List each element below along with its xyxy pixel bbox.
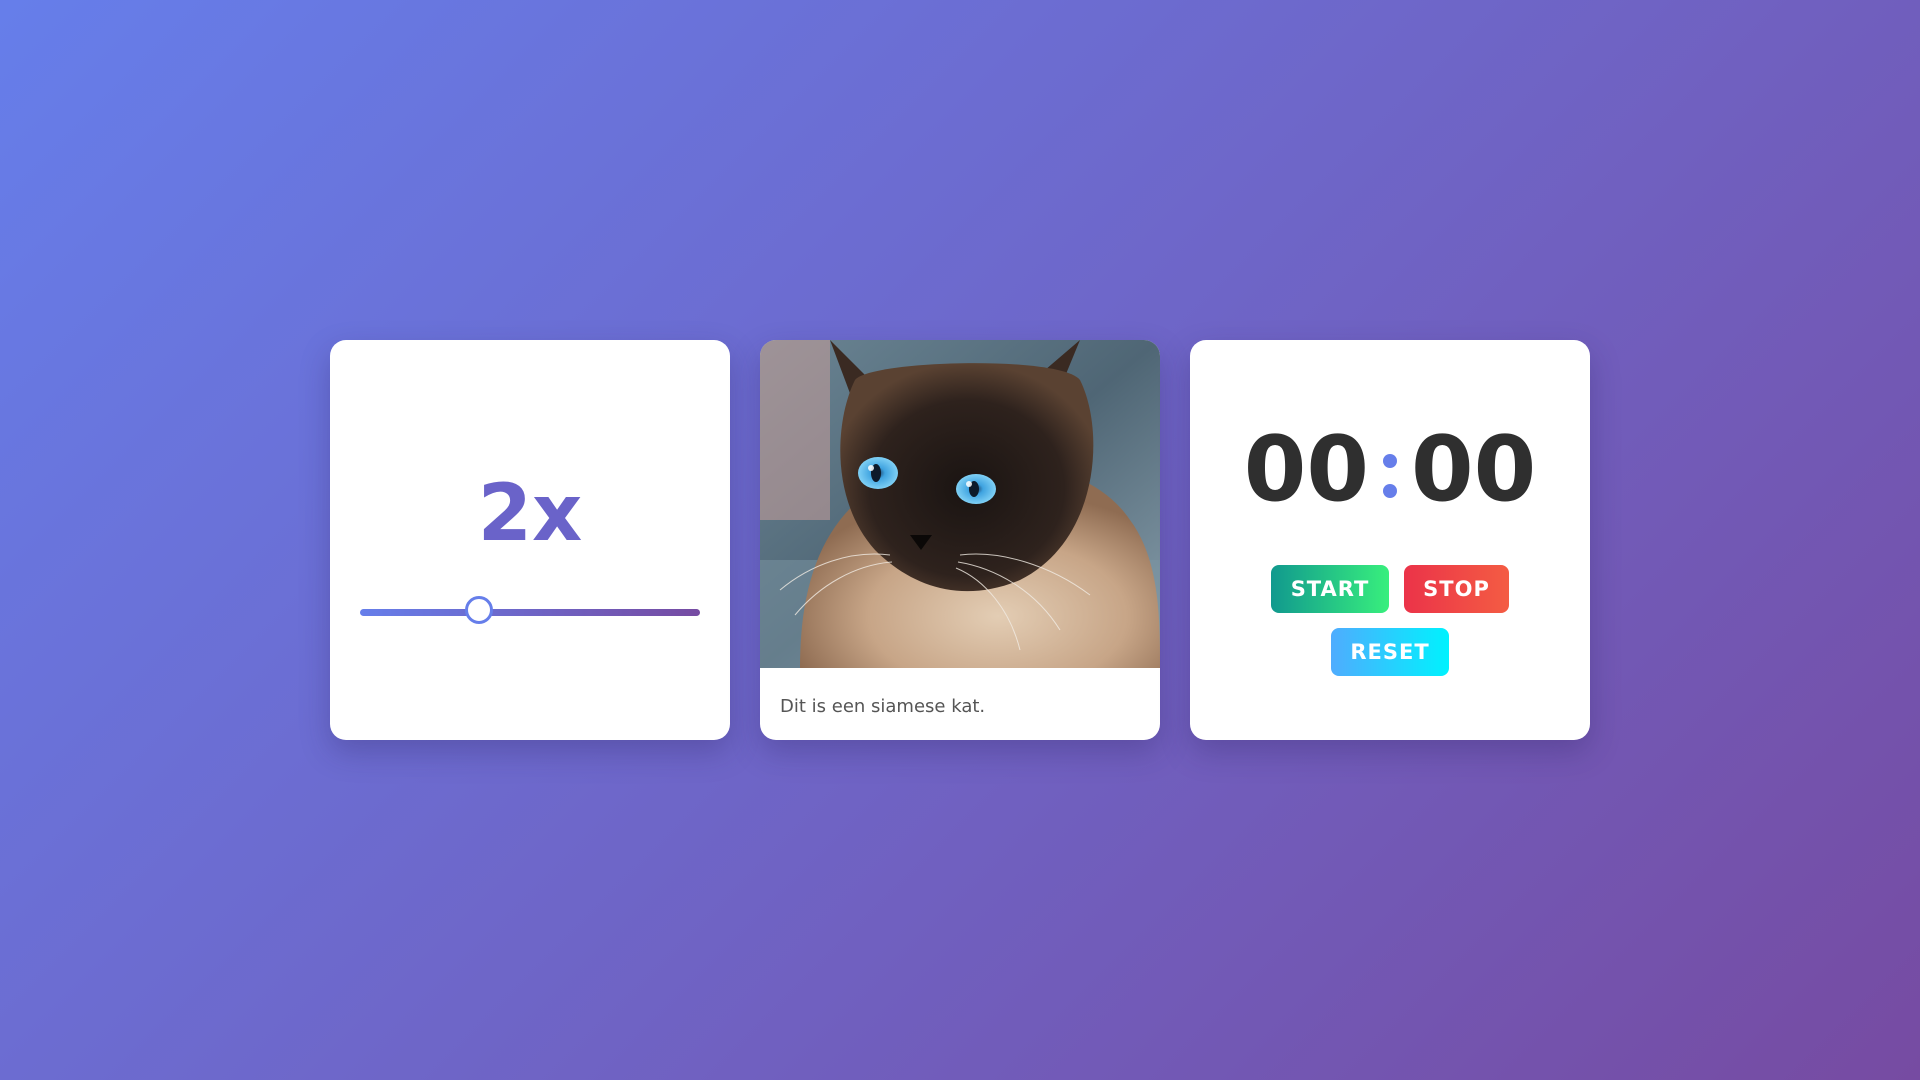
image-caption: Dit is een siamese kat. [780,696,986,717]
speed-card: 2x [330,340,730,740]
cat-photo [760,340,1160,668]
image-card: Dit is een siamese kat. [760,340,1160,740]
speed-value: 2x [477,469,583,559]
timer-card: 00 00 START STOP RESET [1190,340,1590,740]
card-row: 2x Dit is een siamese kat. 00 00 START S… [330,340,1590,740]
speed-slider-track[interactable] [360,609,700,616]
timer-seconds: 00 [1411,417,1537,522]
timer-minutes: 00 [1243,417,1369,522]
timer-display: 00 00 [1190,425,1590,515]
reset-button[interactable]: RESET [1331,628,1449,676]
speed-slider-thumb[interactable] [465,596,493,624]
timer-colon [1383,446,1397,506]
stop-button[interactable]: STOP [1404,565,1509,613]
start-button[interactable]: START [1271,565,1389,613]
